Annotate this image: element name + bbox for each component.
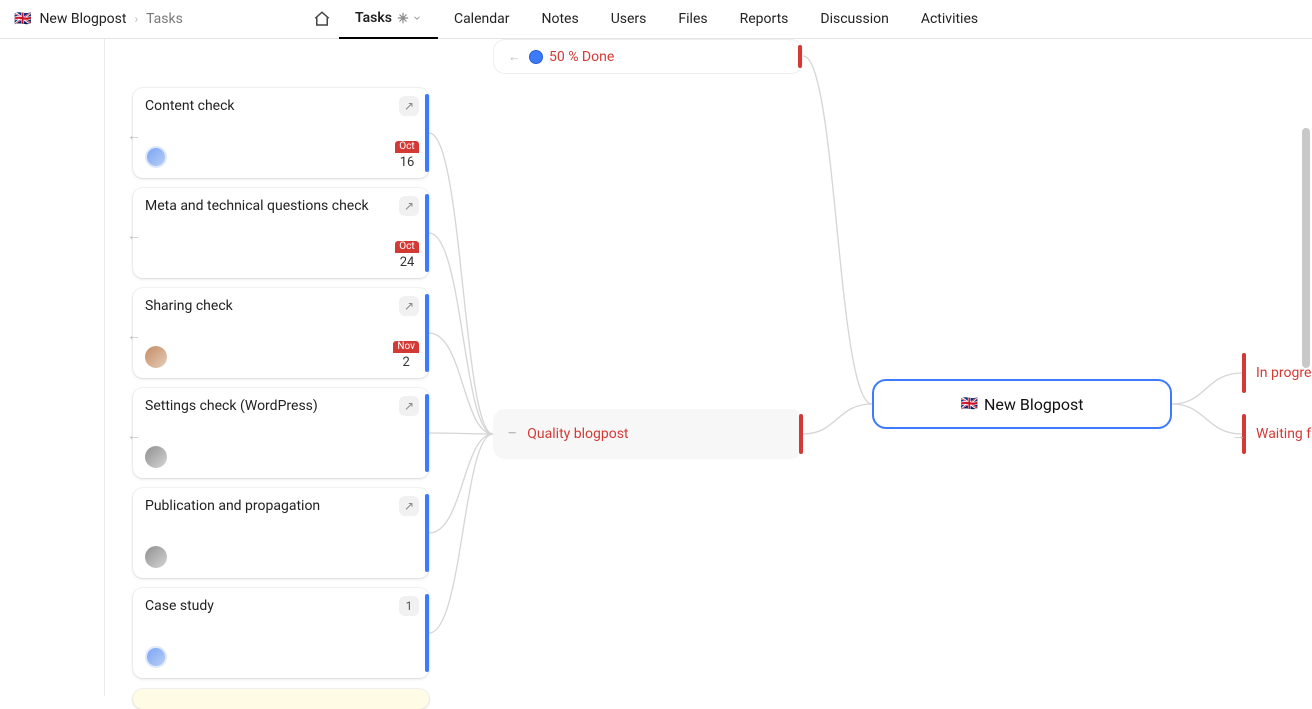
nav-notes[interactable]: Notes — [526, 0, 595, 39]
flag-icon: 🇬🇧 — [14, 11, 31, 27]
root-node[interactable]: 🇬🇧 New Blogpost — [872, 379, 1172, 429]
nav-label: Users — [611, 11, 647, 27]
collapse-arrow-icon[interactable]: ← — [127, 127, 141, 144]
status-bar — [1242, 353, 1246, 393]
nav-reports[interactable]: Reports — [724, 0, 805, 39]
nav-activities[interactable]: Activities — [905, 0, 994, 39]
nav-discussion[interactable]: Discussion — [804, 0, 904, 39]
status-text: 50 % Done — [549, 49, 614, 65]
task-card[interactable]: Meta and technical questions check ↗ Oct… — [133, 188, 429, 278]
status-bar — [425, 494, 429, 572]
open-icon[interactable]: ↗ — [399, 496, 419, 516]
nav-label: Activities — [921, 11, 978, 27]
status-node[interactable]: ← 50 % Done — [493, 39, 803, 74]
collapse-arrow-icon[interactable]: ← — [127, 427, 141, 444]
open-icon[interactable]: ↗ — [399, 396, 419, 416]
nav-label: Discussion — [820, 11, 888, 27]
task-card[interactable]: Publication and propagation ↗ — [133, 488, 429, 578]
avatar[interactable] — [145, 546, 167, 568]
task-title: Settings check (WordPress) — [145, 398, 318, 414]
due-date: Oct24 — [395, 236, 419, 270]
home-icon[interactable] — [305, 10, 339, 28]
nav-calendar[interactable]: Calendar — [438, 0, 526, 39]
avatar[interactable] — [145, 646, 167, 668]
nav-label: Files — [678, 11, 707, 27]
task-card[interactable]: Case study 1 — [133, 588, 429, 678]
flag-icon: 🇬🇧 — [961, 396, 978, 412]
status-bar — [425, 294, 429, 372]
breadcrumb-project[interactable]: New Blogpost — [39, 11, 126, 27]
task-title: Sharing check — [145, 298, 233, 314]
edge — [429, 39, 509, 699]
main-nav: Tasks Calendar Notes Users Files Reports… — [305, 0, 994, 39]
avatar[interactable] — [145, 146, 167, 168]
subtask-count: 1 — [399, 596, 419, 616]
nav-tasks[interactable]: Tasks — [339, 0, 438, 39]
task-card[interactable]: Content check ↗ Oct16 — [133, 88, 429, 178]
task-title: Publication and propagation — [145, 498, 320, 514]
status-bar — [425, 594, 429, 672]
group-title: Quality blogpost — [527, 426, 628, 442]
avatar[interactable] — [145, 346, 167, 368]
due-date: Oct16 — [395, 136, 419, 170]
task-title: Content check — [145, 98, 235, 114]
scrollbar-thumb[interactable] — [1302, 128, 1310, 368]
open-icon[interactable]: ↗ — [399, 196, 419, 216]
nav-label: Tasks — [355, 10, 392, 26]
task-card-partial[interactable] — [133, 689, 429, 709]
status-bar — [425, 194, 429, 272]
vertical-divider — [104, 39, 105, 696]
status-bar — [799, 414, 803, 454]
open-icon[interactable]: ↗ — [399, 96, 419, 116]
nav-label: Notes — [542, 11, 579, 27]
status-bar — [425, 94, 429, 172]
collapse-arrow-icon[interactable]: ← — [508, 49, 521, 65]
group-node[interactable]: − Quality blogpost — [493, 409, 803, 459]
status-bar — [798, 45, 802, 68]
edge — [803, 39, 883, 459]
chevron-right-icon: › — [134, 12, 138, 26]
status-dot-icon — [529, 50, 543, 64]
vertical-scrollbar[interactable] — [1300, 78, 1312, 696]
task-title: Meta and technical questions check — [145, 198, 369, 214]
collapse-arrow-icon[interactable]: ← — [127, 327, 141, 344]
due-date: Nov2 — [393, 336, 419, 370]
collapse-arrow-icon[interactable]: ← — [127, 227, 141, 244]
task-title: Case study — [145, 598, 214, 614]
nav-users[interactable]: Users — [595, 0, 663, 39]
top-bar: 🇬🇧 New Blogpost › Tasks Tasks Calendar N… — [0, 0, 1312, 39]
status-bar — [425, 394, 429, 472]
open-icon[interactable]: ↗ — [399, 296, 419, 316]
nav-label: Calendar — [454, 11, 510, 27]
nav-tasks-view-toggle[interactable] — [396, 11, 422, 25]
nav-label: Reports — [740, 11, 789, 27]
breadcrumb-section[interactable]: Tasks — [146, 11, 183, 27]
breadcrumb: 🇬🇧 New Blogpost › Tasks — [0, 11, 183, 27]
task-card[interactable]: Sharing check ↗ Nov2 — [133, 288, 429, 378]
mindmap-canvas[interactable]: Content check ↗ Oct16 ← Meta and technic… — [0, 39, 1312, 696]
task-card[interactable]: Settings check (WordPress) ↗ — [133, 388, 429, 478]
root-title: New Blogpost — [984, 395, 1083, 414]
nav-files[interactable]: Files — [662, 0, 723, 39]
expand-arrow-icon[interactable]: ← — [1232, 427, 1246, 444]
avatar[interactable] — [145, 446, 167, 468]
